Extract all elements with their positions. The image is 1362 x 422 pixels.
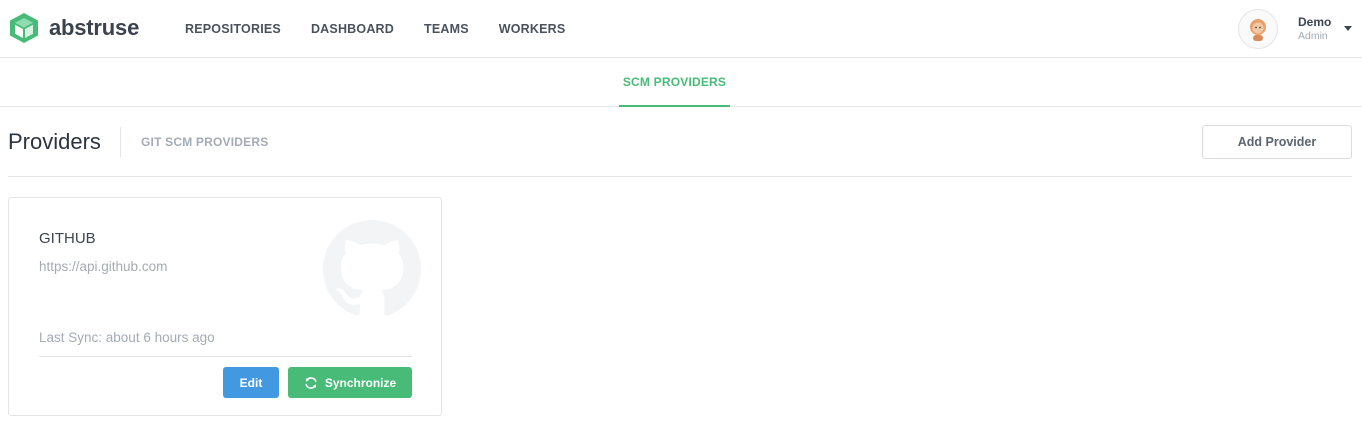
- cube-logo-icon: [10, 13, 38, 43]
- github-logo-icon: [323, 220, 421, 316]
- user-info: Demo Admin: [1298, 15, 1332, 42]
- synchronize-label: Synchronize: [324, 375, 397, 390]
- nav-repositories[interactable]: REPOSITORIES: [185, 22, 281, 36]
- brand[interactable]: abstruse: [7, 11, 139, 45]
- page-header: Providers GIT SCM PROVIDERS Add Provider: [0, 107, 1352, 177]
- user-menu[interactable]: Demo Admin: [1238, 9, 1352, 49]
- top-navbar: abstruse REPOSITORIES DASHBOARD TEAMS WO…: [0, 0, 1362, 58]
- provider-name: GITHUB: [39, 230, 96, 247]
- avatar-icon[interactable]: [1238, 9, 1278, 49]
- provider-url: https://api.github.com: [39, 259, 168, 274]
- provider-last-sync: Last Sync: about 6 hours ago: [39, 330, 215, 345]
- user-role: Admin: [1298, 29, 1328, 42]
- nav-teams[interactable]: TEAMS: [424, 22, 469, 36]
- header-divider: [120, 127, 121, 157]
- nav-workers[interactable]: WORKERS: [499, 22, 566, 36]
- main-nav: REPOSITORIES DASHBOARD TEAMS WORKERS: [185, 0, 595, 57]
- refresh-icon: [305, 376, 317, 389]
- sub-navbar: SCM PROVIDERS: [0, 58, 1362, 107]
- page-subtitle: GIT SCM PROVIDERS: [141, 135, 269, 149]
- nav-dashboard[interactable]: DASHBOARD: [311, 22, 394, 36]
- synchronize-button[interactable]: Synchronize: [288, 367, 412, 398]
- header-divider-line: [8, 176, 1352, 177]
- edit-button[interactable]: Edit: [223, 367, 279, 398]
- add-provider-button[interactable]: Add Provider: [1202, 125, 1352, 159]
- page-title: Providers: [8, 129, 101, 154]
- card-divider: [39, 356, 412, 357]
- caret-down-icon[interactable]: [1344, 26, 1352, 31]
- brand-name: abstruse: [49, 15, 140, 40]
- user-name: Demo: [1298, 15, 1332, 30]
- tab-scm-providers[interactable]: SCM PROVIDERS: [619, 58, 730, 107]
- provider-card: GITHUB https://api.github.com Last Sync:…: [8, 197, 442, 416]
